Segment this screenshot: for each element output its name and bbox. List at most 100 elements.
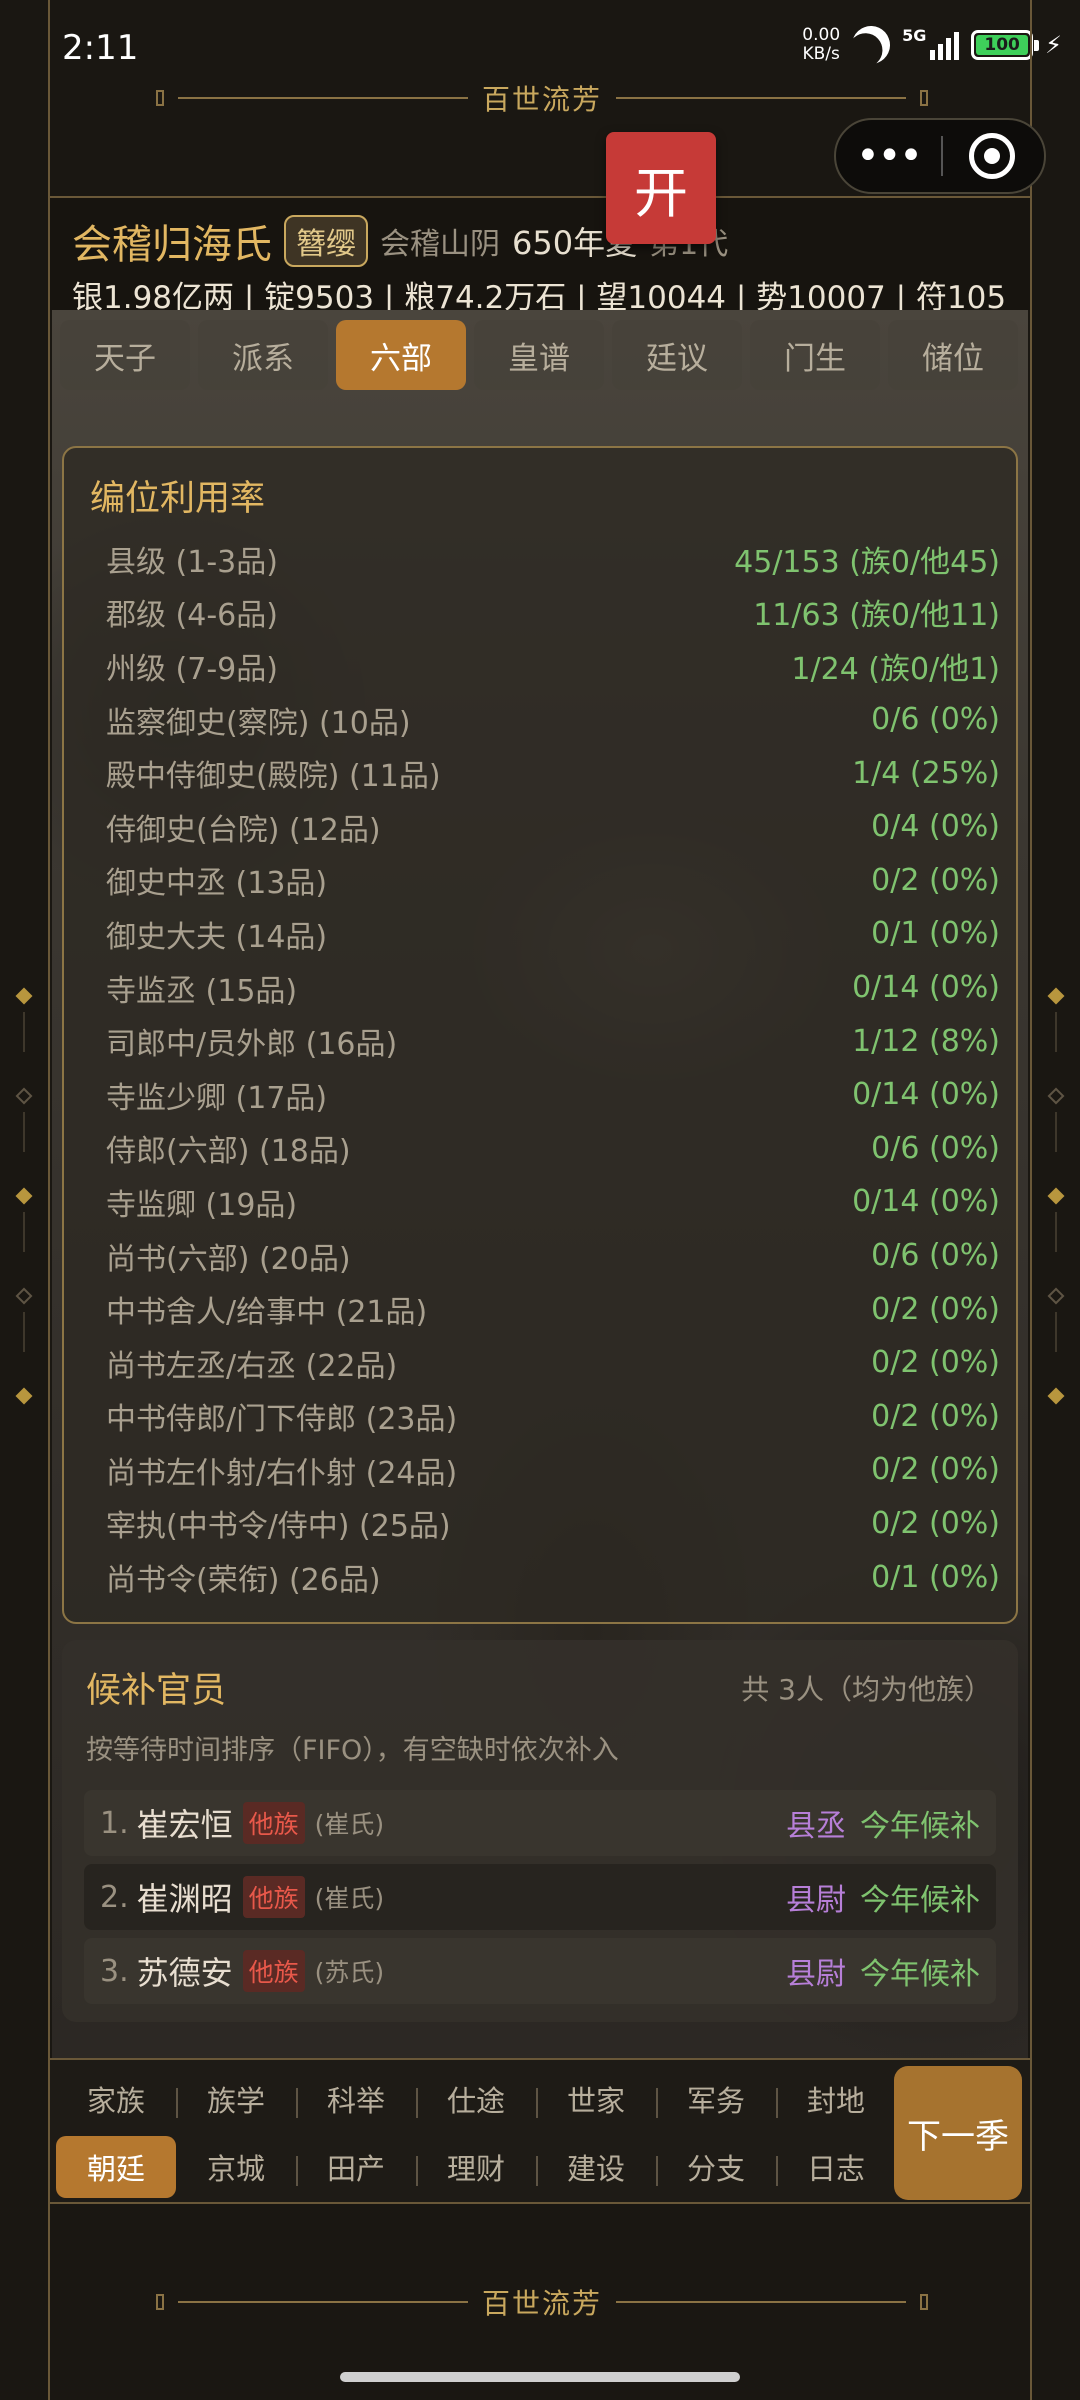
home-indicator[interactable] — [340, 2372, 740, 2382]
charging-icon: ⚡ — [1045, 31, 1062, 59]
candidate-post-info: 县尉 今年候补 — [786, 1949, 980, 1993]
candidate-name: 崔宏恒 — [136, 1806, 233, 1844]
tab-six-ministries[interactable]: 六部 — [336, 320, 466, 390]
rank-usage-value: 0/2 (0%) — [871, 1398, 1000, 1434]
rank-label: 侍御史(台院) (12品) — [106, 812, 381, 848]
utilization-row: 侍郎(六部) (18品) 0/6 (0%) — [106, 1122, 1000, 1176]
tab-tianzi[interactable]: 天子 — [60, 320, 190, 390]
rank-usage-value: 0/2 (0%) — [871, 862, 1000, 898]
candidate-row[interactable]: 3. 苏德安 他族 (苏氏) 县尉 今年候补 — [84, 1938, 996, 2004]
candidate-clan: (崔氏) — [314, 1884, 385, 1913]
candidate-status: 今年候补 — [860, 1957, 980, 1992]
utilization-row: 尚书左丞/右丞 (22品) 0/2 (0%) — [106, 1336, 1000, 1390]
candidates-panel: 候补官员 共 3人（均为他族） 按等待时间排序（FIFO），有空缺时依次补入 1… — [62, 1640, 1018, 2022]
right-side-decoration — [1047, 987, 1065, 1410]
rank-badge: 簪缨 — [284, 215, 368, 267]
open-button[interactable]: 开 — [606, 132, 716, 244]
rank-usage-value: 45/153 (族0/他45) — [734, 544, 1000, 580]
tab-faction[interactable]: 派系 — [198, 320, 328, 390]
rank-usage-value: 1/24 (族0/他1) — [791, 651, 1000, 687]
miniprogram-capsule: ••• — [834, 118, 1046, 194]
utilization-row: 寺监少卿 (17品) 0/14 (0%) — [106, 1068, 1000, 1122]
utilization-row: 监察御史(察院) (10品) 0/6 (0%) — [106, 693, 1000, 747]
utilization-panel: 编位利用率 县级 (1-3品) 45/153 (族0/他45) 郡级 (4-6品) 1… — [62, 446, 1018, 1624]
nav-item[interactable]: 仕途 — [416, 2068, 536, 2130]
clan-type-tag: 他族 — [242, 1802, 305, 1844]
more-dots-icon[interactable]: ••• — [836, 136, 941, 176]
tab-succession[interactable]: 储位 — [888, 320, 1018, 390]
rank-usage-value: 0/2 (0%) — [871, 1291, 1000, 1327]
target-icon[interactable] — [969, 133, 1015, 179]
nav-item[interactable]: 世家 — [536, 2068, 656, 2130]
candidate-row[interactable]: 2. 崔渊昭 他族 (崔氏) 县尉 今年候补 — [84, 1864, 996, 1930]
banner-line-left — [177, 2301, 468, 2303]
candidate-name: 苏德安 — [136, 1954, 233, 1992]
candidate-name: 崔渊昭 — [136, 1880, 233, 1918]
rank-usage-value: 0/1 (0%) — [871, 1559, 1000, 1595]
rank-usage-value: 1/12 (8%) — [852, 1023, 1000, 1059]
rank-label: 寺监丞 (15品) — [106, 973, 298, 1009]
nav-item[interactable]: 分支 — [656, 2136, 776, 2198]
candidate-post: 县丞 — [786, 1809, 846, 1844]
nav-item[interactable]: 家族 — [56, 2068, 176, 2130]
candidate-status: 今年候补 — [860, 1809, 980, 1844]
banner-cap-right — [920, 90, 928, 106]
rank-label: 司郎中/员外郎 (16品) — [106, 1027, 398, 1063]
utilization-row: 御史中丞 (13品) 0/2 (0%) — [106, 854, 1000, 908]
rank-usage-value: 0/14 (0%) — [852, 1184, 1000, 1220]
nav-item[interactable]: 日志 — [776, 2136, 896, 2198]
rank-label: 殿中侍御史(殿院) (11品) — [106, 759, 441, 795]
nav-item[interactable]: 建设 — [536, 2136, 656, 2198]
nav-item[interactable]: 朝廷 — [56, 2136, 176, 2198]
candidate-description: 按等待时间排序（FIFO），有空缺时依次补入 — [86, 1735, 619, 1766]
candidate-post-info: 县尉 今年候补 — [786, 1875, 980, 1919]
rank-label: 中书舍人/给事中 (21品) — [106, 1295, 428, 1331]
banner-cap-left — [155, 2294, 164, 2310]
bottom-nav: 家族 族学 科举 仕途 世家 军务 封地 朝廷 京城 田产 理财 建设 分支 日志 下一季 — [50, 2058, 1030, 2204]
rank-label: 宰执(中书令/侍中) (25品) — [106, 1509, 451, 1545]
rank-label: 郡级 (4-6品) — [106, 598, 278, 634]
candidate-number: 3. — [100, 1953, 129, 1989]
utilization-row: 宰执(中书令/侍中) (25品) 0/2 (0%) — [106, 1497, 1000, 1551]
nav-item[interactable]: 族学 — [176, 2068, 296, 2130]
nav-item[interactable]: 科举 — [296, 2068, 416, 2130]
nav-item[interactable]: 理财 — [416, 2136, 536, 2198]
rank-label: 寺监少卿 (17品) — [106, 1080, 328, 1116]
tab-disciples[interactable]: 门生 — [750, 320, 880, 390]
utilization-row: 尚书(六部) (20品) 0/6 (0%) — [106, 1229, 1000, 1283]
utilization-row: 中书舍人/给事中 (21品) 0/2 (0%) — [106, 1282, 1000, 1336]
utilization-row: 尚书令(荣衔) (26品) 0/1 (0%) — [106, 1550, 1000, 1604]
clan-header: 会稽归海氏 簪缨 会稽山阴 650年夏 第1代 银1.98亿两 | 锭9503 … — [50, 196, 1030, 316]
candidate-clan: (苏氏) — [314, 1958, 385, 1987]
nav-item[interactable]: 军务 — [656, 2068, 776, 2130]
rank-label: 尚书左丞/右丞 (22品) — [106, 1348, 398, 1384]
bottom-banner: 百世流芳 — [50, 2272, 1034, 2332]
nav-item[interactable]: 京城 — [176, 2136, 296, 2198]
tab-court-debate[interactable]: 廷议 — [612, 320, 742, 390]
rank-usage-value: 0/14 (0%) — [852, 1077, 1000, 1113]
utilization-row: 寺监丞 (15品) 0/14 (0%) — [106, 961, 1000, 1015]
nav-row-1: 家族 族学 科举 仕途 世家 军务 封地 — [56, 2064, 896, 2134]
clan-type-tag: 他族 — [242, 1950, 305, 1992]
banner-cap-left — [155, 90, 164, 106]
rank-usage-value: 0/14 (0%) — [852, 970, 1000, 1006]
clan-place: 会稽山阴 — [380, 227, 500, 262]
utilization-row: 寺监卿 (19品) 0/14 (0%) — [106, 1175, 1000, 1229]
banner-line-right — [616, 97, 906, 99]
nav-item[interactable]: 封地 — [776, 2068, 896, 2130]
rank-usage-value: 0/1 (0%) — [871, 916, 1000, 952]
nav-item[interactable]: 田产 — [296, 2136, 416, 2198]
candidate-row[interactable]: 1. 崔宏恒 他族 (崔氏) 县丞 今年候补 — [84, 1790, 996, 1856]
utilization-row: 殿中侍御史(殿院) (11品) 1/4 (25%) — [106, 746, 1000, 800]
rank-label: 御史大夫 (14品) — [106, 919, 328, 955]
next-season-button[interactable]: 下一季 — [894, 2066, 1022, 2200]
banner-cap-right — [920, 2294, 928, 2310]
capsule-divider — [941, 136, 943, 176]
candidate-post: 县尉 — [786, 1957, 846, 1992]
rank-usage-value: 0/2 (0%) — [871, 1345, 1000, 1381]
utilization-row: 州级 (7-9品) 1/24 (族0/他1) — [106, 639, 1000, 693]
utilization-row: 尚书左仆射/右仆射 (24品) 0/2 (0%) — [106, 1443, 1000, 1497]
tab-imperial-genealogy[interactable]: 皇谱 — [474, 320, 604, 390]
utilization-row: 司郎中/员外郎 (16品) 1/12 (8%) — [106, 1014, 1000, 1068]
rank-usage-value: 1/4 (25%) — [852, 755, 1000, 791]
